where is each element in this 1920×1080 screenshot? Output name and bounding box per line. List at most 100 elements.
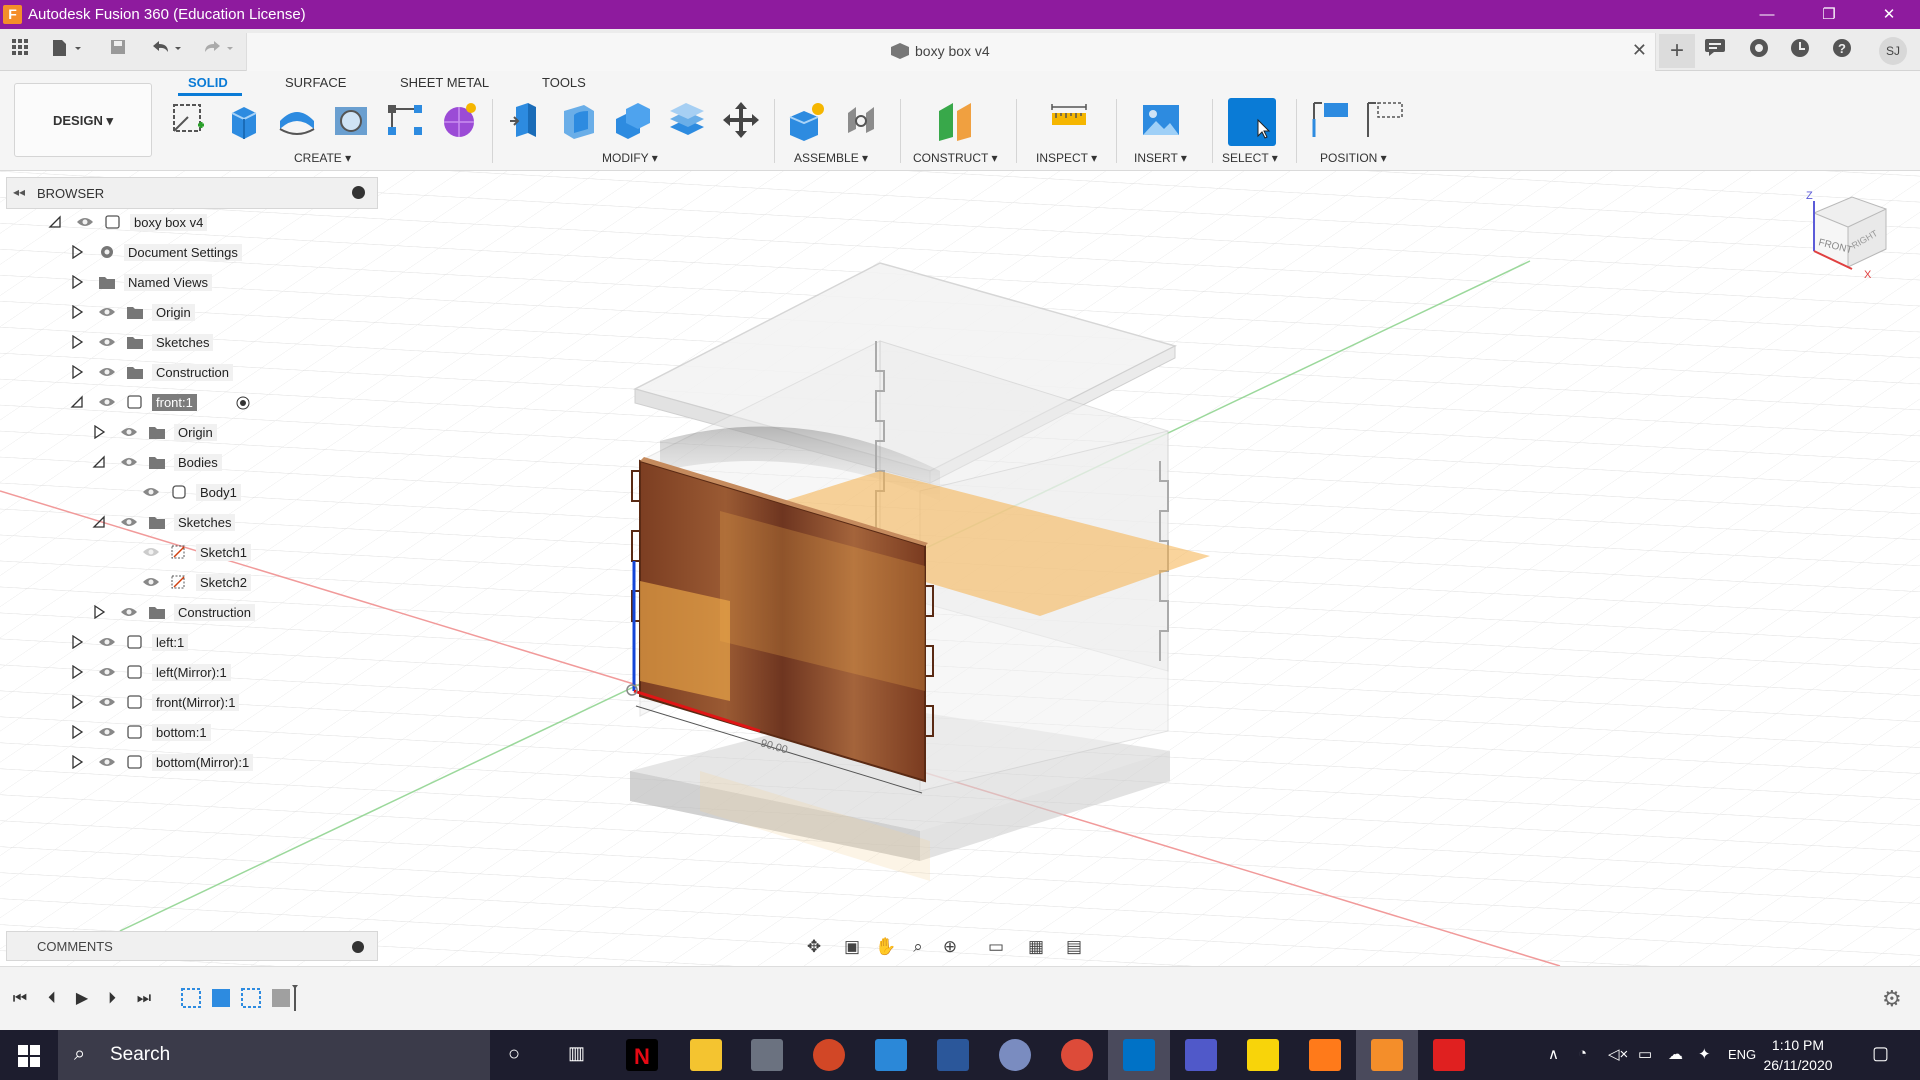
fusion-dev-icon[interactable] [999,1039,1031,1071]
browser-tree-row[interactable]: Bodies [0,450,370,476]
action-center-icon[interactable]: ▢ [1872,1043,1889,1064]
collapsed-triangle-icon[interactable] [70,334,84,350]
collapse-browser-icon[interactable]: ◂◂ [13,185,25,199]
collapsed-triangle-icon[interactable] [70,754,84,770]
browser-tree-row[interactable]: Named Views [0,270,370,296]
collapsed-triangle-icon[interactable] [70,304,84,320]
task-view-icon[interactable]: ▥ [568,1043,585,1064]
browser-tree-row[interactable]: Sketch1 [0,540,370,566]
collapsed-triangle-icon[interactable] [70,724,84,740]
browser-tree-row[interactable]: Body1 [0,480,370,506]
pattern-icon[interactable] [384,99,426,141]
step-back-icon[interactable]: ⏴ [40,987,64,1011]
browser-tree-row[interactable]: bottom(Mirror):1 [0,750,370,776]
close-document-button[interactable]: ✕ [1632,40,1647,61]
visibility-eye-icon[interactable] [120,456,138,468]
browser-tree-row[interactable]: Document Settings [0,240,370,266]
activate-component-radio-icon[interactable] [236,396,250,413]
maximize-button[interactable]: ❐ [1806,0,1852,29]
camera-icon[interactable] [751,1039,783,1071]
new-component-icon[interactable] [786,99,828,141]
display-settings-icon[interactable]: ▭ [983,935,1009,959]
document-tab[interactable]: boxy box v4 ✕ [246,33,1656,71]
insert-canvas-icon[interactable] [1140,99,1182,141]
revolve-icon[interactable] [276,99,318,141]
teams-icon[interactable] [1185,1039,1217,1071]
visibility-eye-icon[interactable] [120,516,138,528]
visibility-eye-icon[interactable] [142,576,160,588]
collapsed-triangle-icon[interactable] [70,274,84,290]
construct-menu[interactable]: CONSTRUCT ▾ [913,151,997,165]
press-pull-icon[interactable] [504,99,546,141]
undo-icon[interactable] [146,38,186,62]
browser-pin-icon[interactable] [352,186,365,199]
volume-muted-icon[interactable]: ◁× [1608,1045,1628,1063]
expanded-triangle-icon[interactable] [48,215,62,229]
cortana-icon[interactable]: ○ [508,1043,520,1066]
hole-icon[interactable] [330,99,372,141]
visibility-eye-icon[interactable] [120,606,138,618]
pan-icon[interactable]: ✋ [873,935,899,959]
fit-icon[interactable]: ⊕ [937,935,963,959]
play-icon[interactable]: ▶ [70,987,94,1011]
browser-tree-row[interactable]: Sketches [0,330,370,356]
viewports-icon[interactable]: ▤ [1061,935,1087,959]
browser-tree-row[interactable]: front:1 [0,390,370,416]
create-sketch-icon[interactable] [168,99,210,141]
pdf-reader-icon[interactable] [1433,1039,1465,1071]
expanded-triangle-icon[interactable] [70,395,84,409]
collapsed-triangle-icon[interactable] [70,694,84,710]
chrome-icon[interactable] [1061,1039,1093,1071]
file-explorer-icon[interactable] [690,1039,722,1071]
sticky-notes-icon[interactable] [1247,1039,1279,1071]
wifi-icon[interactable]: ◔ [1578,1045,1587,1062]
extrude-icon[interactable] [222,99,264,141]
position-menu[interactable]: POSITION ▾ [1320,151,1387,165]
windows-start-icon[interactable] [18,1045,40,1070]
inspect-menu[interactable]: INSPECT ▾ [1036,151,1097,165]
create-form-icon[interactable] [438,99,480,141]
combine-icon[interactable] [612,99,654,141]
close-window-button[interactable]: ✕ [1866,0,1912,29]
hidden-eye-icon[interactable] [142,546,160,558]
powerpoint-icon[interactable] [813,1039,845,1071]
tab-surface[interactable]: SURFACE [285,75,346,90]
select-menu[interactable]: SELECT ▾ [1222,151,1278,165]
tab-solid[interactable]: SOLID [188,75,228,90]
visibility-eye-icon[interactable] [98,336,116,348]
offset-face-icon[interactable] [666,99,708,141]
minimize-button[interactable]: — [1744,0,1790,29]
comments-panel[interactable]: COMMENTS [6,931,378,961]
browser-tree-row[interactable]: Sketch2 [0,570,370,596]
battery-icon[interactable]: ▭ [1638,1045,1652,1063]
browser-tree-row[interactable]: front(Mirror):1 [0,690,370,716]
timeline-features[interactable] [178,983,308,1013]
file-menu-icon[interactable] [48,38,88,62]
netflix-icon[interactable]: N [626,1039,658,1071]
browser-tree-row[interactable]: left(Mirror):1 [0,660,370,686]
fillet-icon[interactable] [558,99,600,141]
modify-menu[interactable]: MODIFY ▾ [602,151,658,165]
collapsed-triangle-icon[interactable] [92,604,106,620]
visibility-eye-icon[interactable] [98,396,116,408]
tab-sheet-metal[interactable]: SHEET METAL [400,75,489,90]
offset-plane-icon[interactable] [935,99,977,141]
new-document-tab-button[interactable]: + [1659,34,1695,68]
view-cube[interactable]: FRONT RIGHT Z X [1802,190,1892,281]
extensions-icon[interactable] [1746,37,1772,63]
orbit-icon[interactable]: ✥ [801,935,827,959]
browser-tree-row[interactable]: Construction [0,360,370,386]
user-avatar[interactable]: SJ [1879,37,1907,65]
word-icon[interactable] [937,1039,969,1071]
collapsed-triangle-icon[interactable] [92,424,106,440]
browser-tree-row[interactable]: Sketches [0,510,370,536]
visibility-eye-icon[interactable] [120,426,138,438]
browser-tree-row[interactable]: Origin [0,420,370,446]
tab-tools[interactable]: TOOLS [542,75,586,90]
grid-settings-icon[interactable]: ▦ [1023,935,1049,959]
capture-position-icon[interactable] [1310,99,1352,141]
collapsed-triangle-icon[interactable] [70,634,84,650]
go-to-start-icon[interactable]: ⏮ [8,987,32,1011]
add-comment-icon[interactable] [352,941,364,953]
browser-tree-row[interactable]: Construction [0,600,370,626]
